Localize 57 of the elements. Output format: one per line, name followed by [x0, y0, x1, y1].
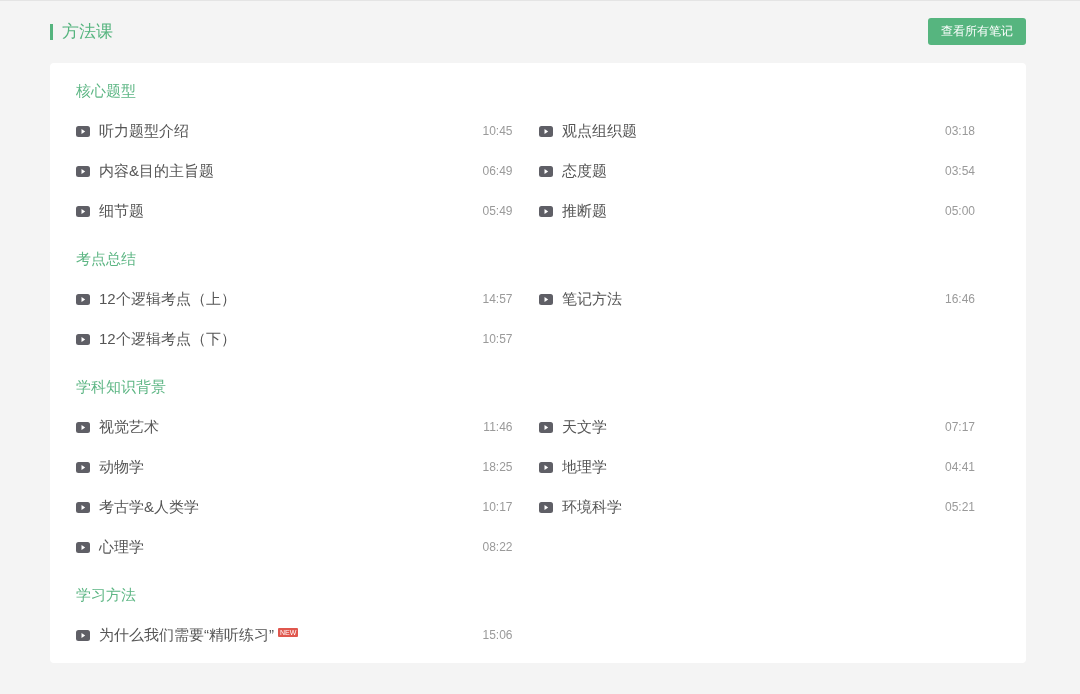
play-icon: [76, 629, 90, 641]
lesson-duration: 11:46: [483, 420, 513, 434]
lesson-title[interactable]: 地理学: [561, 457, 607, 477]
lesson-duration: 06:49: [482, 164, 513, 178]
play-icon: [76, 165, 90, 177]
section-title: 学习方法: [76, 585, 137, 605]
lesson-duration: 14:57: [482, 292, 513, 306]
section-title: 核心题型: [76, 81, 137, 101]
play-icon: [76, 461, 90, 473]
lesson-title[interactable]: 推断题: [561, 201, 607, 221]
lesson-title[interactable]: 考古学&人类学: [99, 497, 199, 517]
lesson-title[interactable]: 听力题型介绍: [99, 121, 189, 141]
lesson-title[interactable]: 环境科学: [561, 497, 622, 517]
page-title: 方法课: [62, 21, 114, 43]
play-icon: [538, 125, 553, 137]
play-icon: [76, 421, 90, 433]
lesson-title[interactable]: 心理学: [99, 537, 144, 557]
lesson-title[interactable]: 12个逻辑考点（下）: [99, 329, 236, 349]
section-title: 考点总结: [76, 249, 137, 269]
lesson-duration: 15:06: [482, 628, 513, 642]
play-icon: [538, 205, 553, 217]
play-icon: [538, 421, 553, 433]
play-icon: [76, 333, 90, 345]
lesson-title[interactable]: 笔记方法: [561, 289, 622, 309]
lesson-title[interactable]: 态度题: [561, 161, 607, 181]
lesson-duration: 05:00: [944, 204, 975, 218]
lesson-duration: 10:45: [482, 124, 513, 138]
lesson-duration: 03:54: [944, 164, 975, 178]
lesson-title[interactable]: 视觉艺术: [99, 417, 159, 437]
lesson-duration: 18:25: [482, 460, 513, 474]
play-icon: [538, 165, 553, 177]
lesson-duration: 10:17: [482, 500, 513, 514]
play-icon: [76, 125, 90, 137]
lesson-duration: 04:41: [944, 460, 975, 474]
lesson-duration: 03:18: [944, 124, 975, 138]
lesson-title[interactable]: 为什么我们需要“精听练习”: [99, 625, 274, 645]
lesson-duration: 10:57: [482, 332, 513, 346]
play-icon: [538, 501, 553, 513]
lesson-title[interactable]: 观点组织题: [561, 121, 637, 141]
lesson-duration: 16:46: [944, 292, 975, 306]
lesson-title[interactable]: 动物学: [99, 457, 144, 477]
play-icon: [76, 293, 90, 305]
title-accent-bar: [50, 23, 53, 40]
play-icon: [538, 461, 553, 473]
lesson-title[interactable]: 内容&目的主旨题: [99, 161, 214, 181]
play-icon: [76, 541, 90, 553]
lesson-duration: 05:49: [482, 204, 513, 218]
play-icon: [76, 501, 90, 513]
section-title: 学科知识背景: [76, 377, 167, 397]
lesson-title[interactable]: 细节题: [99, 201, 144, 221]
lesson-title[interactable]: 12个逻辑考点（上）: [99, 289, 236, 309]
lesson-duration: 08:22: [482, 540, 513, 554]
play-icon: [538, 293, 553, 305]
lesson-duration: 07:17: [944, 420, 975, 434]
lesson-title[interactable]: 天文学: [561, 417, 607, 437]
play-icon: [76, 205, 90, 217]
lesson-duration: 05:21: [944, 500, 975, 514]
